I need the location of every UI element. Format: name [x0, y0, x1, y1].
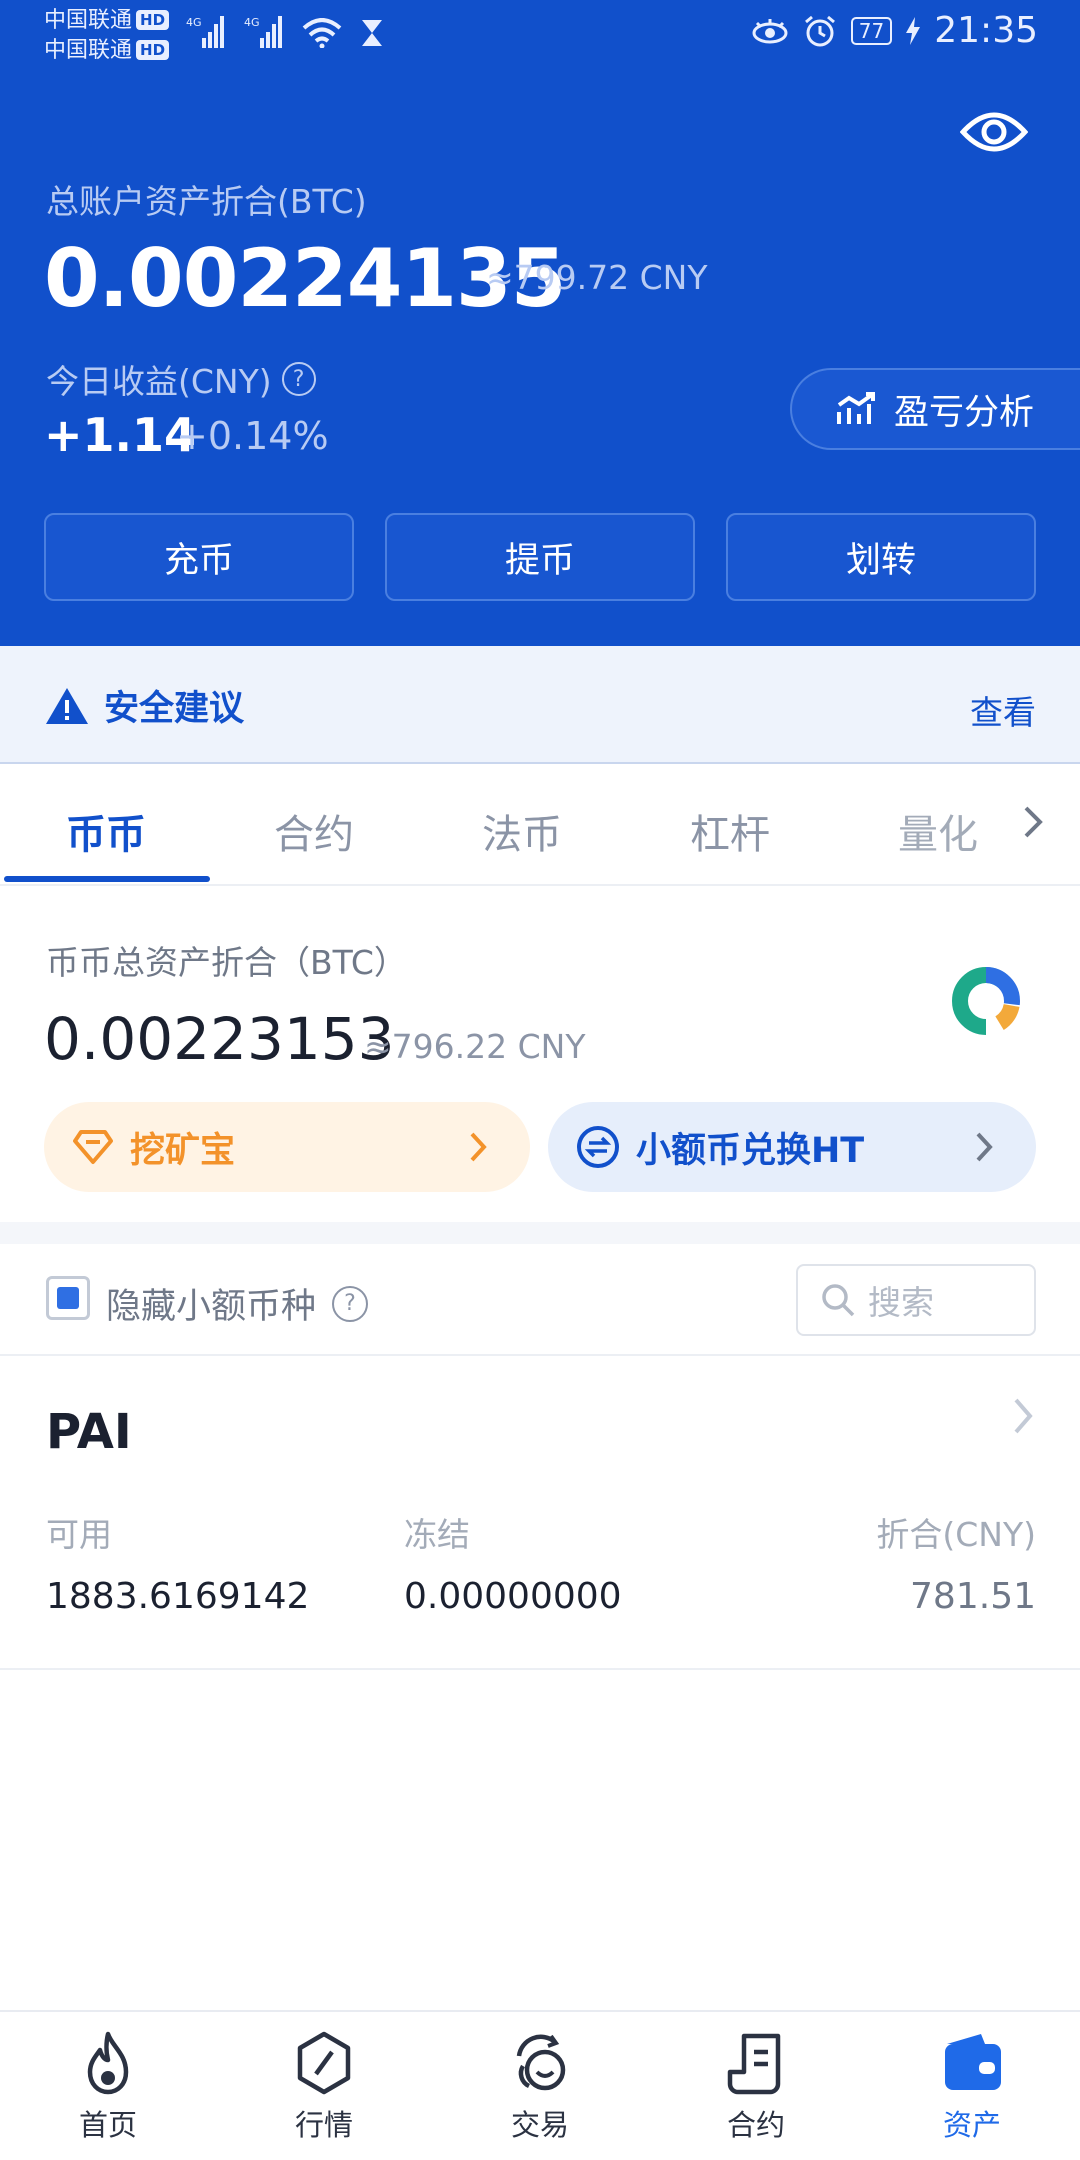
- hide-small-balance-label[interactable]: 隐藏小额币种: [106, 1278, 316, 1329]
- deposit-button[interactable]: 充币: [44, 513, 354, 601]
- chevron-right-icon: [470, 1132, 487, 1162]
- pnl-analysis-button[interactable]: 盈亏分析: [790, 368, 1080, 450]
- tab-active-indicator: [4, 876, 210, 882]
- wifi-icon: [302, 18, 342, 48]
- frozen-label: 冻结: [404, 1515, 470, 1554]
- nav-assets-label: 资产: [942, 2108, 1001, 2142]
- nav-trade-label: 交易: [510, 2108, 569, 2142]
- available-amount: 1883.6169142: [46, 1576, 310, 1617]
- small-coin-swap-button[interactable]: 小额币兑换HT: [548, 1102, 1036, 1192]
- chevron-right-icon: [1014, 1398, 1033, 1434]
- eye-comfort-icon: [752, 18, 788, 43]
- nav-assets[interactable]: 资产: [864, 2030, 1080, 2144]
- mining-treasure-button[interactable]: 挖矿宝: [44, 1102, 530, 1192]
- today-earnings-value: +1.14: [44, 408, 197, 462]
- tab-quant[interactable]: 量化: [898, 802, 978, 860]
- security-view-link[interactable]: 查看: [970, 686, 1036, 734]
- hide-small-balance-checkbox[interactable]: [46, 1276, 90, 1320]
- asset-name: PAI: [46, 1404, 132, 1460]
- hourglass-icon: [362, 20, 382, 46]
- svg-text:4G: 4G: [186, 16, 202, 29]
- pnl-analysis-label: 盈亏分析: [894, 392, 1035, 433]
- search-icon: [822, 1284, 855, 1317]
- transfer-button[interactable]: 划转: [726, 513, 1036, 601]
- today-earnings-label: 今日收益(CNY): [46, 362, 272, 401]
- help-question-icon[interactable]: ?: [332, 1285, 369, 1322]
- alarm-icon: [804, 15, 835, 46]
- spot-assets-label: 币币总资产折合（BTC）: [46, 943, 407, 982]
- warning-icon: [46, 687, 88, 724]
- battery-level: 77: [850, 16, 893, 45]
- total-assets-label: 总账户资产折合(BTC): [46, 182, 367, 221]
- asset-row-pai[interactable]: PAI 可用 冻结 折合(CNY) 1883.6169142 0.0000000…: [0, 1356, 1080, 1670]
- today-earnings-percent: +0.14%: [176, 414, 329, 458]
- cny-value-amount: 781.51: [910, 1576, 1036, 1617]
- carrier-1-name: 中国联通: [44, 8, 133, 33]
- chevron-right-icon: [976, 1132, 993, 1162]
- withdraw-button[interactable]: 提币: [385, 513, 695, 601]
- available-label: 可用: [46, 1515, 112, 1554]
- total-assets-cny: ≈799.72 CNY: [486, 258, 708, 297]
- tab-spot[interactable]: 币币: [66, 802, 146, 860]
- security-advice-left: 安全建议: [44, 680, 244, 731]
- wallet-icon: [945, 2034, 1001, 2090]
- help-question-icon[interactable]: ?: [281, 362, 316, 396]
- nav-trade[interactable]: 交易: [432, 2030, 648, 2144]
- bottom-navigation: 首页 行情 交易 合约 资产: [0, 2010, 1080, 2160]
- tab-scroll-chevron-right-icon[interactable]: [1022, 804, 1044, 844]
- hd-badge-2: HD: [136, 40, 170, 60]
- flame-icon: [87, 2031, 129, 2095]
- asset-distribution-pie-icon[interactable]: [950, 965, 1022, 1041]
- nav-contract-label: 合约: [726, 2108, 785, 2142]
- search-placeholder: 搜索: [868, 1283, 934, 1322]
- search-input[interactable]: 搜索: [796, 1264, 1036, 1336]
- tab-fiat[interactable]: 法币: [482, 802, 562, 860]
- toggle-visibility-eye-icon[interactable]: [959, 108, 1029, 160]
- carrier-2-name: 中国联通: [44, 38, 133, 63]
- hd-badge-1: HD: [136, 10, 170, 30]
- tab-contract[interactable]: 合约: [274, 802, 354, 860]
- swap-icon: [577, 1126, 619, 1168]
- nav-market-label: 行情: [294, 2108, 353, 2142]
- section-divider: [0, 1222, 1080, 1244]
- trade-exchange-icon: [516, 2034, 566, 2091]
- nav-contract[interactable]: 合约: [648, 2030, 864, 2144]
- asset-filter-row: 隐藏小额币种 ? 搜索: [0, 1244, 1080, 1356]
- spot-assets-cny: ≈796.22 CNY: [364, 1027, 586, 1066]
- svg-text:4G: 4G: [244, 16, 260, 29]
- carrier-info: 中国联通 HD 中国联通 HD: [44, 6, 170, 66]
- market-hexagon-icon: [297, 2031, 351, 2095]
- signal-indicators: 4G 4G: [186, 14, 384, 48]
- nav-home-label: 首页: [78, 2108, 137, 2142]
- cny-value-label: 折合(CNY): [876, 1515, 1036, 1554]
- account-tabs: 币币 合约 法币 杠杆 量化: [0, 764, 1080, 886]
- status-bar: 中国联通 HD 中国联通 HD 4G 4G 77 21:35: [0, 0, 1080, 72]
- frozen-amount: 0.00000000: [404, 1576, 622, 1617]
- account-header: 中国联通 HD 中国联通 HD 4G 4G 77 21:35 总账户资产折合(B…: [0, 0, 1080, 646]
- security-advice-label: 安全建议: [104, 689, 245, 729]
- today-earnings-label-row: 今日收益(CNY) ?: [46, 355, 316, 403]
- contract-document-icon: [727, 2033, 781, 2095]
- signal-icon-2: 4G: [244, 16, 282, 48]
- charging-icon: [906, 16, 921, 45]
- action-buttons: 充币 提币 划转: [44, 513, 1036, 601]
- nav-home[interactable]: 首页: [0, 2030, 216, 2144]
- diamond-icon: [73, 1130, 113, 1164]
- signal-icon-1: 4G: [186, 16, 224, 48]
- hide-small-balance-row: 隐藏小额币种 ?: [106, 1278, 369, 1329]
- mining-treasure-label: 挖矿宝: [130, 1130, 236, 1171]
- nav-market[interactable]: 行情: [216, 2030, 432, 2144]
- small-coin-swap-label: 小额币兑换HT: [636, 1130, 865, 1171]
- security-advice-bar[interactable]: 安全建议 查看: [0, 646, 1080, 764]
- spot-assets-value: 0.00223153: [44, 1005, 395, 1073]
- trend-chart-icon: [837, 392, 875, 424]
- status-right: 77 21:35: [751, 10, 1038, 51]
- checkbox-check: [57, 1287, 79, 1309]
- tab-margin[interactable]: 杠杆: [690, 802, 770, 860]
- clock-time: 21:35: [934, 10, 1038, 51]
